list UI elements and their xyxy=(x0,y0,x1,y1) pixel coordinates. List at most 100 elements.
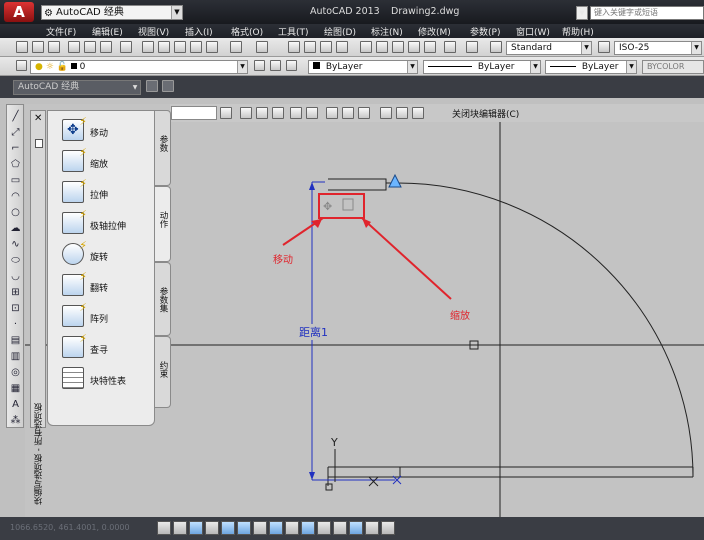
match-properties-icon[interactable] xyxy=(190,41,202,53)
authoring-palettes-icon[interactable] xyxy=(326,107,338,119)
text-style-select[interactable]: Standard ▼ xyxy=(506,41,592,55)
paste-icon[interactable] xyxy=(174,41,186,53)
menu-modify[interactable]: 修改(M) xyxy=(418,25,451,38)
workspace-settings-icon[interactable] xyxy=(146,80,158,92)
quickcalc-icon[interactable] xyxy=(444,41,456,53)
open-file-icon[interactable] xyxy=(32,41,44,53)
tab-actions[interactable]: 动作 xyxy=(155,186,171,262)
palette-item-array[interactable]: ⚡ 阵列 xyxy=(62,301,157,331)
arc-icon[interactable]: ◠ xyxy=(10,191,21,202)
dynamic-input-icon[interactable] xyxy=(301,521,315,535)
layer-select[interactable]: ● ☼ 🔓 0 ▼ xyxy=(30,60,248,74)
selection-cycling-icon[interactable] xyxy=(365,521,379,535)
multiline-text-icon[interactable]: A xyxy=(10,399,21,410)
palette-item-stretch[interactable]: ⚡ 拉伸 xyxy=(62,177,157,207)
pan-icon[interactable] xyxy=(288,41,300,53)
polyline-icon[interactable]: ⌐ xyxy=(10,143,21,154)
snap-mode-icon[interactable] xyxy=(173,521,187,535)
dimension-style-icon[interactable] xyxy=(598,41,610,53)
dimension-style-select[interactable]: ISO-25 ▼ xyxy=(614,41,702,55)
tab-parameter-sets[interactable]: 参数集 xyxy=(155,262,171,336)
object-snap-tracking-icon[interactable] xyxy=(269,521,283,535)
line-icon[interactable]: ╱ xyxy=(10,111,21,122)
markup-icon[interactable] xyxy=(424,41,436,53)
copy-icon[interactable] xyxy=(158,41,170,53)
table-icon[interactable]: ▦ xyxy=(10,383,21,394)
transparency-icon[interactable] xyxy=(333,521,347,535)
palette-item-scale[interactable]: ⚡ 缩放 xyxy=(62,146,157,176)
tab-constraints[interactable]: 约束 xyxy=(155,336,171,408)
ellipse-icon[interactable]: ⬭ xyxy=(10,255,21,266)
learn-dynamic-blocks-icon[interactable] xyxy=(358,107,370,119)
undo-icon[interactable] xyxy=(230,41,242,53)
menu-help[interactable]: 帮助(H) xyxy=(562,25,594,38)
make-current-layer-icon[interactable] xyxy=(254,60,265,71)
save-block-icon[interactable] xyxy=(220,107,232,119)
close-icon[interactable]: ✕ xyxy=(34,113,42,124)
palette-item-block-table[interactable]: 块特性表 xyxy=(62,365,157,393)
polygon-icon[interactable]: ⬠ xyxy=(10,159,21,170)
layer-states-icon[interactable] xyxy=(286,60,297,71)
menu-parametric[interactable]: 参数(P) xyxy=(470,25,500,38)
workspace-dropdown-icon[interactable] xyxy=(162,80,174,92)
color-select[interactable]: ByLayer ▼ xyxy=(308,60,418,74)
menu-format[interactable]: 格式(O) xyxy=(231,25,263,38)
new-file-icon[interactable] xyxy=(16,41,28,53)
application-menu-button[interactable]: A xyxy=(4,2,34,22)
region-icon[interactable]: ◎ xyxy=(10,367,21,378)
block-name-input[interactable] xyxy=(171,106,217,120)
zoom-previous-icon[interactable] xyxy=(336,41,348,53)
plot-preview-icon[interactable] xyxy=(84,41,96,53)
hatch-icon[interactable]: ▤ xyxy=(10,335,21,346)
search-input[interactable]: 键入关键字或短语 xyxy=(590,6,704,20)
menu-view[interactable]: 视图(V) xyxy=(138,25,169,38)
palette-item-lookup[interactable]: ⚡ 查寻 xyxy=(62,332,157,362)
workspace-select[interactable]: AutoCAD 经典 ▼ xyxy=(13,80,141,95)
properties-icon[interactable] xyxy=(360,41,372,53)
linetype-select[interactable]: ByLayer ▼ xyxy=(423,60,541,74)
insert-block-icon[interactable]: ⊞ xyxy=(10,287,21,298)
design-center-icon[interactable] xyxy=(376,41,388,53)
infer-constraints-icon[interactable] xyxy=(157,521,171,535)
ellipse-arc-icon[interactable]: ◡ xyxy=(10,271,21,282)
point-icon[interactable]: · xyxy=(10,319,21,330)
lineweight-select[interactable]: ByLayer ▼ xyxy=(545,60,637,74)
tab-parameters[interactable]: 参数 xyxy=(155,110,171,186)
block-action-icon[interactable] xyxy=(256,107,268,119)
menu-draw[interactable]: 绘图(D) xyxy=(324,25,356,38)
object-snap-icon[interactable] xyxy=(237,521,251,535)
zoom-realtime-icon[interactable] xyxy=(304,41,316,53)
palette-properties-icon[interactable] xyxy=(35,139,43,148)
3d-dwf-icon[interactable] xyxy=(120,41,132,53)
quick-access-dropdown[interactable]: ▼ xyxy=(576,6,588,20)
function-icon[interactable] xyxy=(396,107,408,119)
zoom-window-icon[interactable] xyxy=(320,41,332,53)
publish-icon[interactable] xyxy=(100,41,112,53)
revision-cloud-icon[interactable]: ☁ xyxy=(10,223,21,234)
plot-style-select[interactable]: BYCOLOR xyxy=(642,60,704,74)
redo-icon[interactable] xyxy=(256,41,268,53)
menu-dimension[interactable]: 标注(N) xyxy=(371,25,403,38)
ortho-mode-icon[interactable] xyxy=(205,521,219,535)
layer-previous-icon[interactable] xyxy=(270,60,281,71)
test-block-icon[interactable] xyxy=(342,107,354,119)
rectangle-icon[interactable]: ▭ xyxy=(10,175,21,186)
spline-icon[interactable]: ∿ xyxy=(10,239,21,250)
block-editor-icon[interactable] xyxy=(206,41,218,53)
gradient-icon[interactable]: ▥ xyxy=(10,351,21,362)
cut-icon[interactable] xyxy=(142,41,154,53)
palette-item-flip[interactable]: ⚡ 翻转 xyxy=(62,270,157,300)
text-style-icon[interactable] xyxy=(490,41,502,53)
sheet-set-icon[interactable] xyxy=(408,41,420,53)
palette-item-rotate[interactable]: ⚡ 旋转 xyxy=(62,239,157,269)
add-selected-icon[interactable]: ⁂ xyxy=(10,415,21,426)
grid-display-icon[interactable] xyxy=(189,521,203,535)
quick-properties-icon[interactable] xyxy=(349,521,363,535)
annotation-monitor-icon[interactable] xyxy=(381,521,395,535)
chevron-down-icon[interactable]: ▼ xyxy=(171,6,182,19)
constraint-status-icon[interactable] xyxy=(412,107,424,119)
palette-item-polar-stretch[interactable]: ⚡ 极轴拉伸 xyxy=(62,208,157,238)
menu-file[interactable]: 文件(F) xyxy=(46,25,76,38)
menu-tools[interactable]: 工具(T) xyxy=(278,25,309,38)
help-icon[interactable] xyxy=(466,41,478,53)
